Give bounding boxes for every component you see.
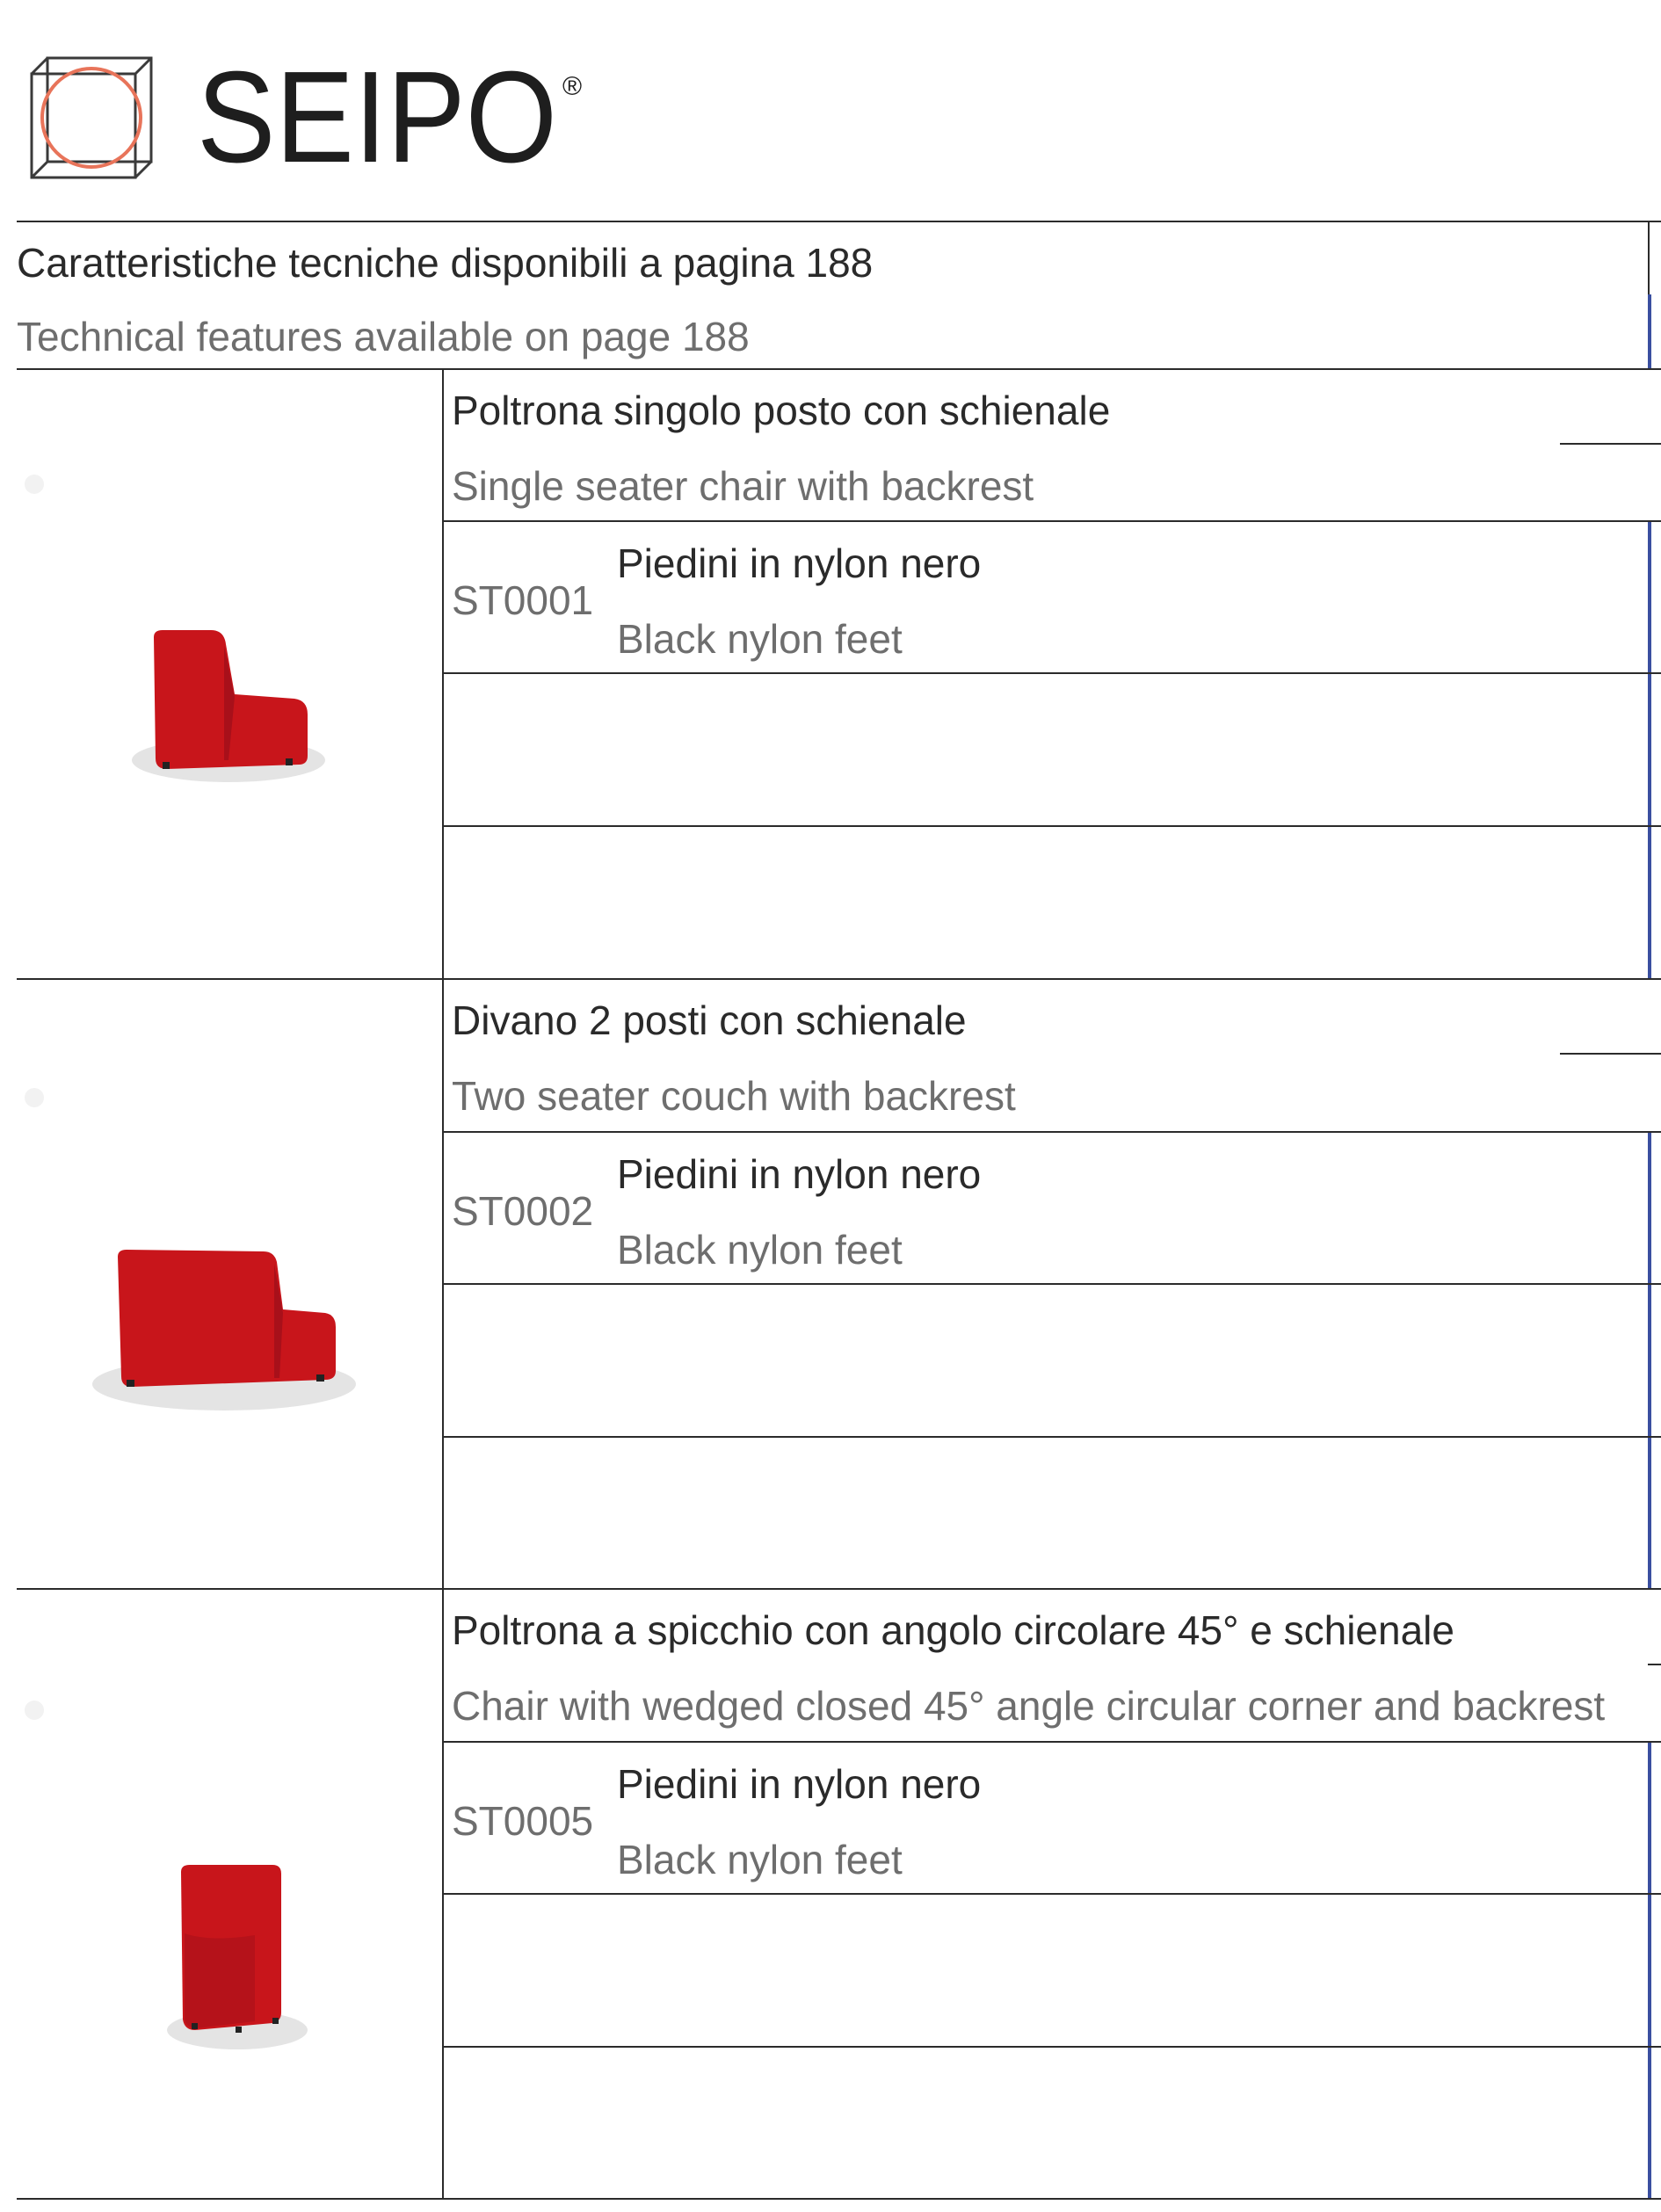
product-name-it: Divano 2 posti con schienale [452, 997, 967, 1043]
product-name-it: Poltrona singolo posto con schienale [452, 388, 1111, 433]
row-bottom-rule [17, 1588, 1661, 1590]
empty-row-rule [442, 825, 1661, 827]
name-side-rule [1648, 1664, 1661, 1665]
option-name-it: Piedini in nylon nero [617, 1151, 982, 1197]
header-title-it: Caratteristiche tecniche disponibili a p… [17, 240, 874, 286]
product-code: ST0005 [452, 1798, 594, 1844]
row-right-accent [1648, 1741, 1651, 2198]
row-bottom-rule [17, 978, 1661, 980]
product-name-en: Single seater chair with backrest [452, 463, 1034, 509]
option-bottom-rule [442, 672, 1661, 674]
row-bottom-rule [17, 2198, 1661, 2200]
registered-mark: ® [562, 72, 582, 101]
image-marker [25, 475, 44, 494]
option-top-rule [442, 520, 1661, 522]
option-bottom-rule [442, 1893, 1661, 1895]
option-bottom-rule [442, 1283, 1661, 1285]
option-name-it: Piedini in nylon nero [617, 540, 982, 586]
option-name-en: Black nylon feet [617, 1227, 903, 1273]
product-name-en: Chair with wedged closed 45° angle circu… [452, 1683, 1606, 1729]
header-title-en: Technical features available on page 188 [17, 314, 750, 359]
logo-cube-icon [30, 56, 153, 179]
option-top-rule [442, 1131, 1661, 1133]
option-name-it: Piedini in nylon nero [617, 1761, 982, 1807]
option-top-rule [442, 1741, 1661, 1743]
empty-row-rule [442, 2046, 1661, 2048]
name-side-rule [1560, 1053, 1661, 1055]
seipo-logo: SEIPO ® [25, 51, 587, 183]
product-image-red-single-chair [127, 628, 338, 830]
header-right-rule [1648, 221, 1650, 294]
name-side-rule [1560, 443, 1661, 445]
row-right-accent [1648, 520, 1651, 978]
option-name-en: Black nylon feet [617, 1837, 903, 1882]
row-right-accent [1648, 1131, 1651, 1588]
product-image-red-wedge-chair [149, 1854, 325, 2065]
image-marker [25, 1088, 44, 1107]
brand-wordmark: SEIPO [197, 51, 557, 183]
header-top-rule [17, 221, 1661, 222]
header-bottom-rule [17, 368, 1661, 370]
empty-row-rule [442, 1436, 1661, 1438]
product-code: ST0002 [452, 1188, 594, 1234]
product-image-red-two-seater-couch [88, 1239, 369, 1450]
product-name-it: Poltrona a spicchio con angolo circolare… [452, 1607, 1454, 1653]
image-marker [25, 1701, 44, 1720]
product-name-en: Two seater couch with backrest [452, 1073, 1016, 1119]
header-right-accent [1648, 294, 1651, 368]
product-code: ST0001 [452, 577, 594, 623]
option-name-en: Black nylon feet [617, 616, 903, 662]
